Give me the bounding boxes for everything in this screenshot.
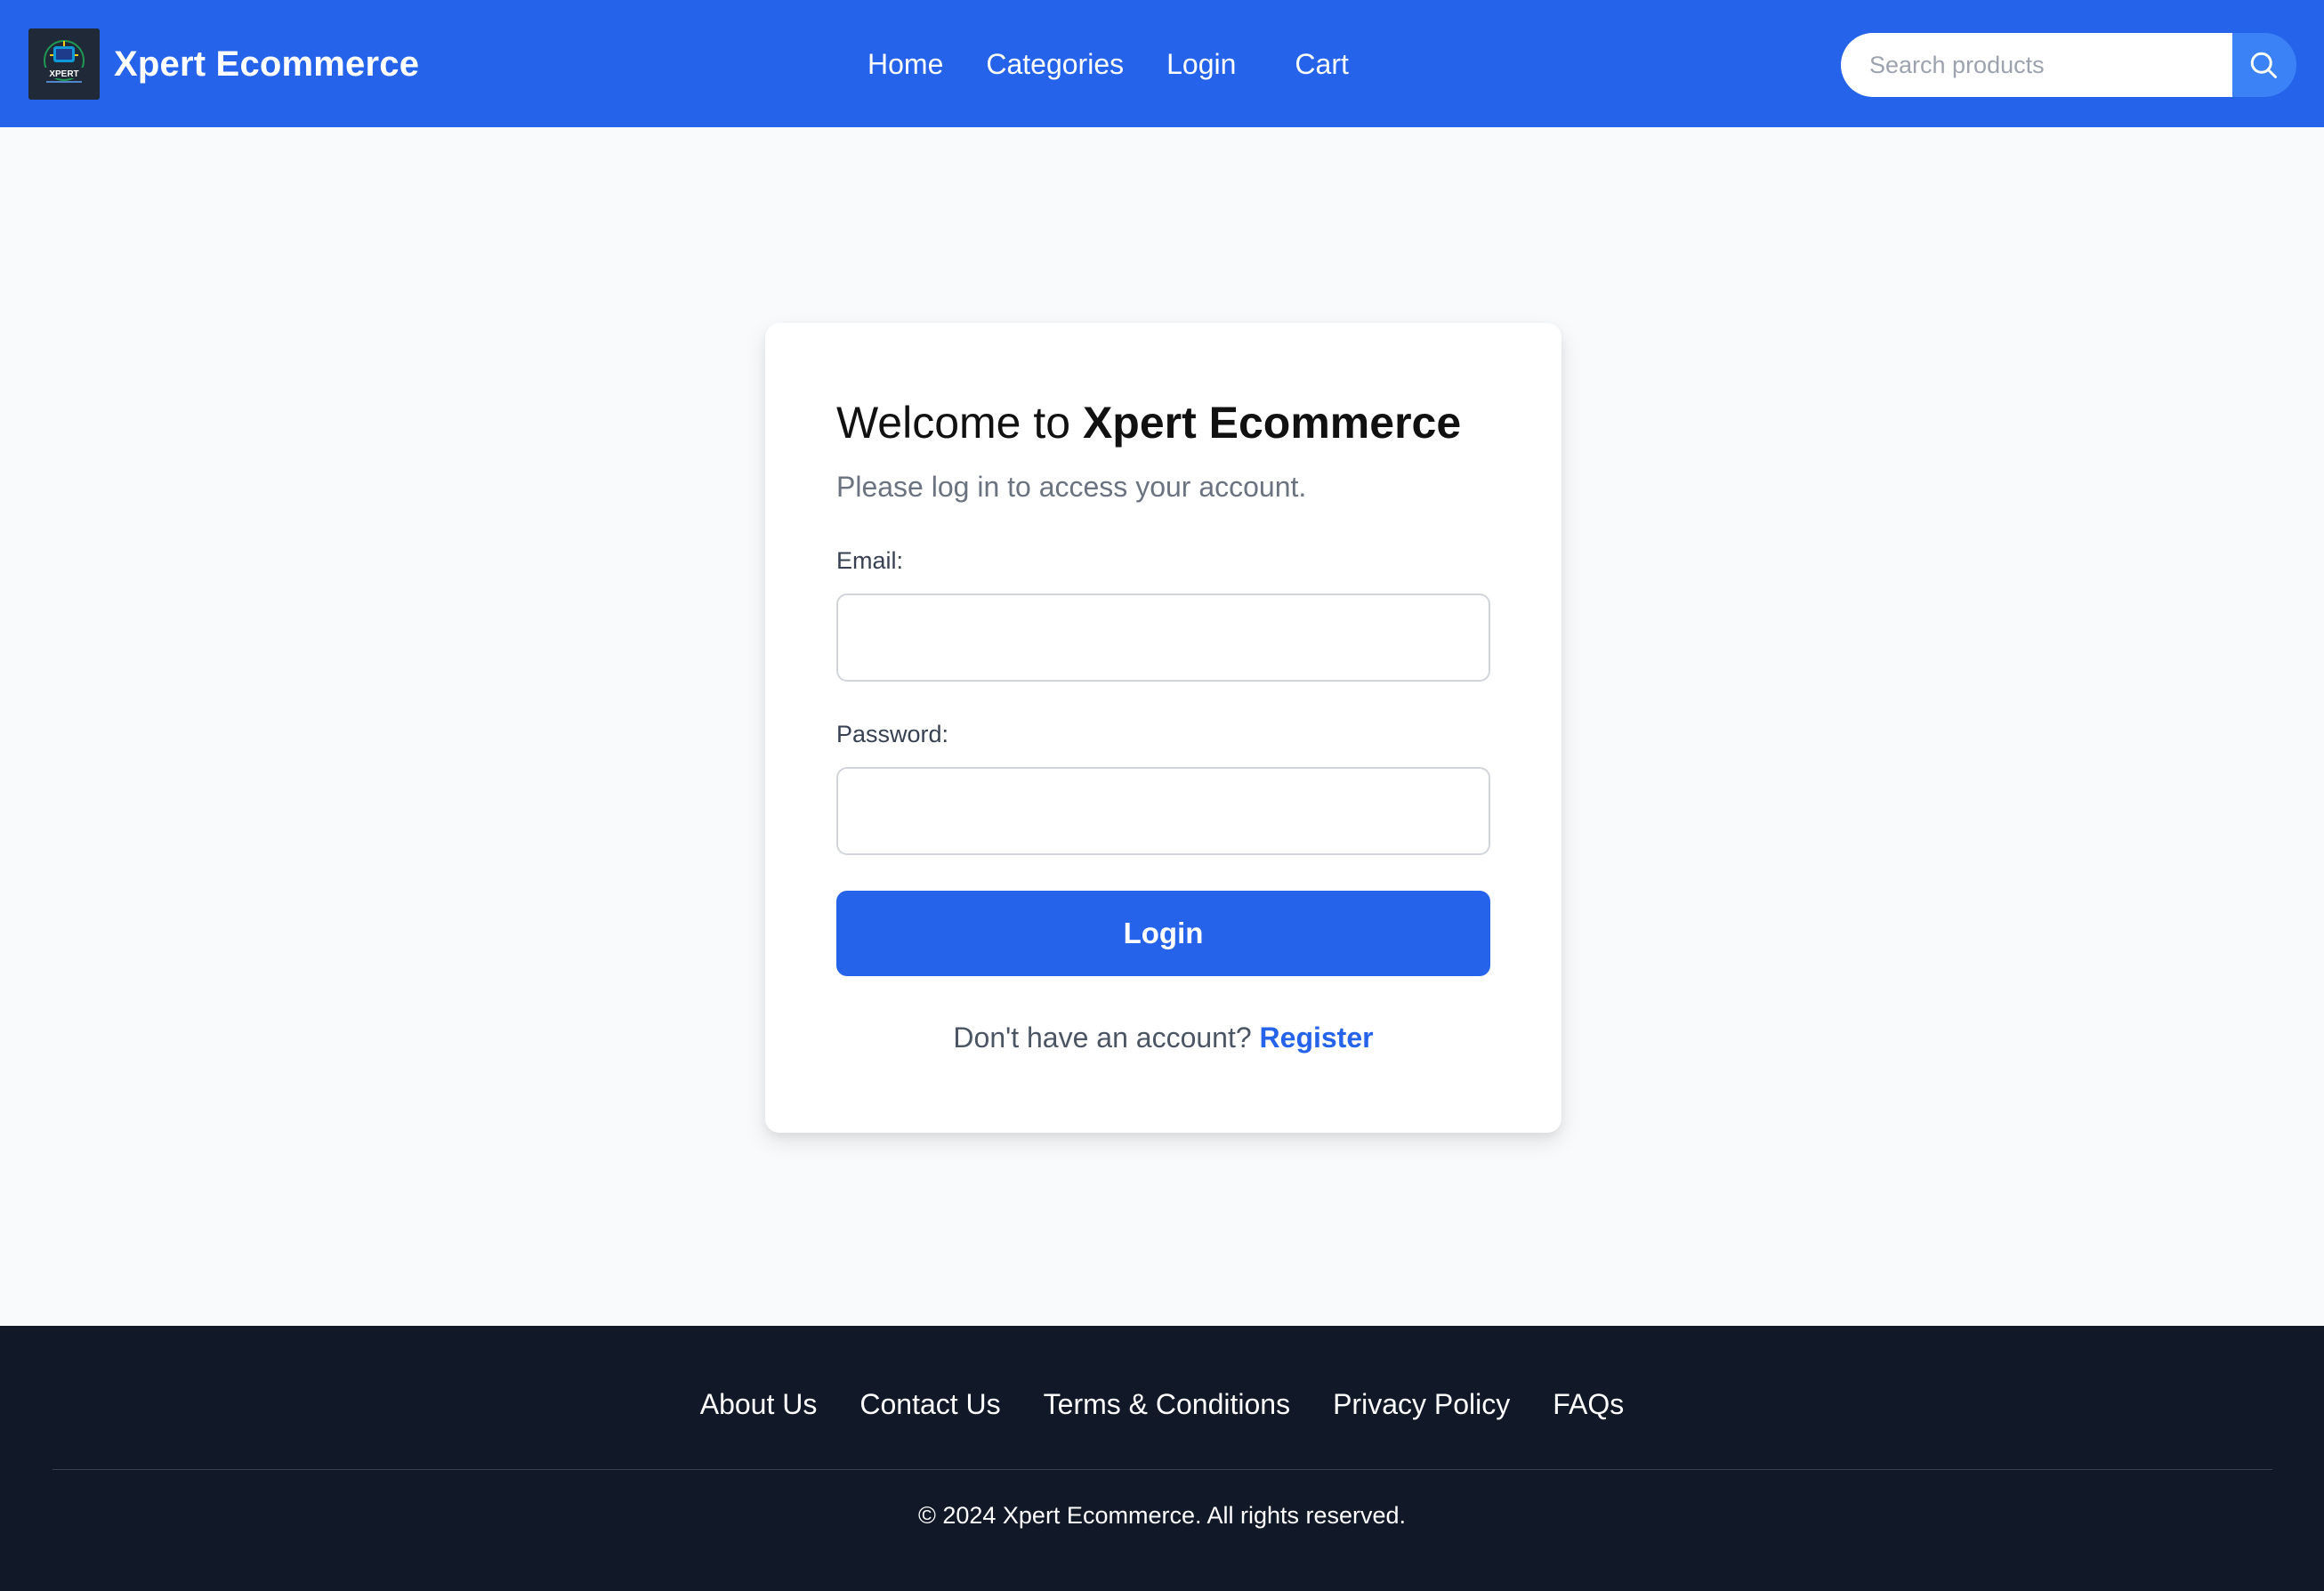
logo-wordmark: XPERT	[49, 69, 78, 79]
site-footer: About Us Contact Us Terms & Conditions P…	[0, 1326, 2324, 1591]
nav-cart[interactable]: Cart	[1295, 46, 1348, 82]
login-title-brand: Xpert Ecommerce	[1082, 398, 1462, 448]
login-card: Welcome to Xpert Ecommerce Please log in…	[765, 323, 1561, 1133]
search-bar	[1841, 33, 2296, 97]
footer-divider	[52, 1469, 2272, 1470]
register-link[interactable]: Register	[1260, 1022, 1374, 1054]
nav-login[interactable]: Login	[1166, 46, 1236, 82]
password-label: Password:	[836, 721, 949, 747]
login-subtitle: Please log in to access your account.	[836, 471, 1307, 503]
footer-link-about[interactable]: About Us	[700, 1386, 818, 1422]
search-icon	[2250, 52, 2277, 78]
site-header: XPERT Xpert Ecommerce Home Categories Lo…	[0, 0, 2324, 127]
nav-categories[interactable]: Categories	[986, 46, 1124, 82]
main-nav: Home Categories Login Cart	[867, 46, 1349, 82]
brand-logo[interactable]: XPERT	[28, 28, 100, 100]
brand[interactable]: XPERT Xpert Ecommerce	[28, 28, 419, 100]
brand-logo-icon: XPERT	[28, 28, 100, 100]
search-button[interactable]	[2232, 33, 2296, 97]
login-button[interactable]: Login	[836, 891, 1490, 976]
footer-link-privacy[interactable]: Privacy Policy	[1333, 1386, 1510, 1422]
email-field[interactable]	[836, 594, 1490, 682]
brand-name[interactable]: Xpert Ecommerce	[114, 44, 419, 85]
footer-link-terms[interactable]: Terms & Conditions	[1044, 1386, 1290, 1422]
copyright: © 2024 Xpert Ecommerce. All rights reser…	[917, 1502, 1407, 1529]
footer-link-contact[interactable]: Contact Us	[859, 1386, 1000, 1422]
password-field[interactable]	[836, 767, 1490, 855]
footer-link-faqs[interactable]: FAQs	[1553, 1386, 1624, 1422]
login-title-prefix: Welcome to	[836, 398, 1083, 448]
login-title: Welcome to Xpert Ecommerce	[836, 397, 1461, 448]
nav-home[interactable]: Home	[867, 46, 943, 82]
register-prompt: Don't have an account? Register	[765, 1022, 1561, 1054]
footer-nav: About Us Contact Us Terms & Conditions P…	[0, 1386, 2324, 1422]
email-label: Email:	[836, 547, 904, 574]
search-input[interactable]	[1841, 33, 2232, 97]
register-prompt-text: Don't have an account?	[953, 1022, 1252, 1054]
